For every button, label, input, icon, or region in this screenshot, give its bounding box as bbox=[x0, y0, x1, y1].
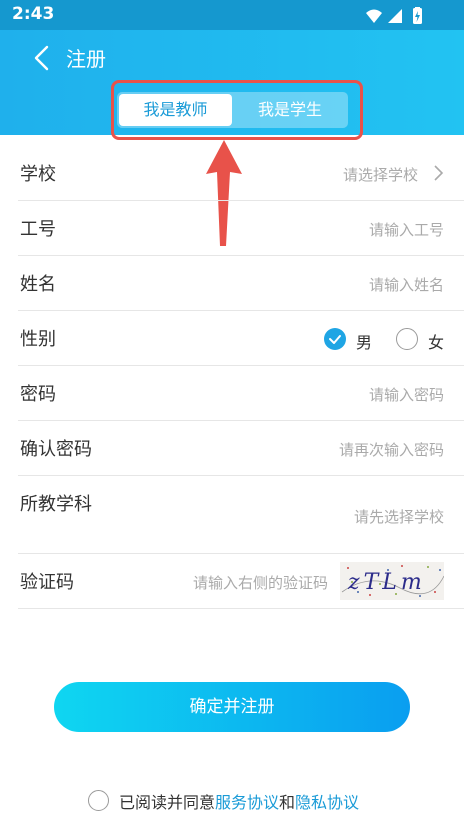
name-label: 姓名 bbox=[20, 274, 56, 295]
status-icons bbox=[364, 6, 428, 29]
name-row: 姓名 请输入姓名 bbox=[0, 256, 464, 311]
status-time: 2:43 bbox=[12, 4, 55, 24]
subject-label: 所教学科 bbox=[20, 494, 92, 515]
status-bar: 2:43 bbox=[0, 0, 464, 30]
divider bbox=[18, 608, 464, 609]
service-agreement-link[interactable]: 服务协议 bbox=[215, 793, 279, 812]
agreement-text: 已阅读并同意服务协议和隐私协议 bbox=[119, 789, 359, 813]
password-row: 密码 请输入密码 bbox=[0, 366, 464, 421]
gender-row: 性别 男 女 bbox=[0, 311, 464, 366]
confirm-password-row: 确认密码 请再次输入密码 bbox=[0, 421, 464, 476]
page-title: 注册 bbox=[66, 47, 106, 71]
password-label: 密码 bbox=[20, 384, 56, 405]
name-input[interactable]: 请输入姓名 bbox=[369, 274, 444, 295]
checkmark-icon bbox=[329, 335, 341, 344]
password-input[interactable]: 请输入密码 bbox=[369, 384, 444, 405]
wifi-icon bbox=[366, 9, 382, 23]
job-no-label: 工号 bbox=[20, 219, 56, 240]
agree-checkbox[interactable] bbox=[88, 790, 109, 811]
captcha-input[interactable]: 请输入右侧的验证码 bbox=[193, 572, 328, 593]
annotation-highlight-box bbox=[111, 80, 363, 140]
captcha-label: 验证码 bbox=[20, 572, 74, 593]
privacy-agreement-link[interactable]: 隐私协议 bbox=[295, 793, 359, 812]
gender-label: 性别 bbox=[20, 329, 56, 350]
battery-icon bbox=[413, 6, 422, 24]
agreement-prefix: 已阅读并同意 bbox=[119, 793, 216, 812]
agreement-and: 和 bbox=[279, 793, 296, 812]
chevron-right-icon bbox=[434, 165, 444, 181]
school-row[interactable]: 学校 请选择学校 bbox=[0, 146, 464, 201]
signal-icon bbox=[388, 9, 402, 23]
captcha-image[interactable]: zTLm bbox=[340, 562, 444, 600]
subject-select[interactable]: 请先选择学校 bbox=[354, 506, 444, 527]
chevron-left-icon bbox=[34, 45, 49, 71]
job-no-input[interactable]: 请输入工号 bbox=[369, 219, 444, 240]
gender-female-label[interactable]: 女 bbox=[428, 329, 444, 353]
job-no-row: 工号 请输入工号 bbox=[0, 201, 464, 256]
register-button[interactable]: 确定并注册 bbox=[54, 682, 410, 732]
confirm-password-input[interactable]: 请再次输入密码 bbox=[339, 439, 444, 460]
confirm-password-label: 确认密码 bbox=[20, 439, 92, 460]
captcha-row: 验证码 请输入右侧的验证码 zTLm bbox=[0, 554, 464, 609]
gender-female-radio[interactable] bbox=[396, 328, 418, 350]
captcha-code: zTLm bbox=[347, 570, 426, 595]
back-button[interactable] bbox=[30, 44, 56, 72]
school-select[interactable]: 请选择学校 bbox=[343, 164, 418, 185]
gender-male-label[interactable]: 男 bbox=[356, 329, 372, 353]
gender-male-radio[interactable] bbox=[324, 328, 346, 350]
subject-row[interactable]: 所教学科 请先选择学校 bbox=[0, 476, 464, 554]
school-label: 学校 bbox=[20, 164, 56, 185]
